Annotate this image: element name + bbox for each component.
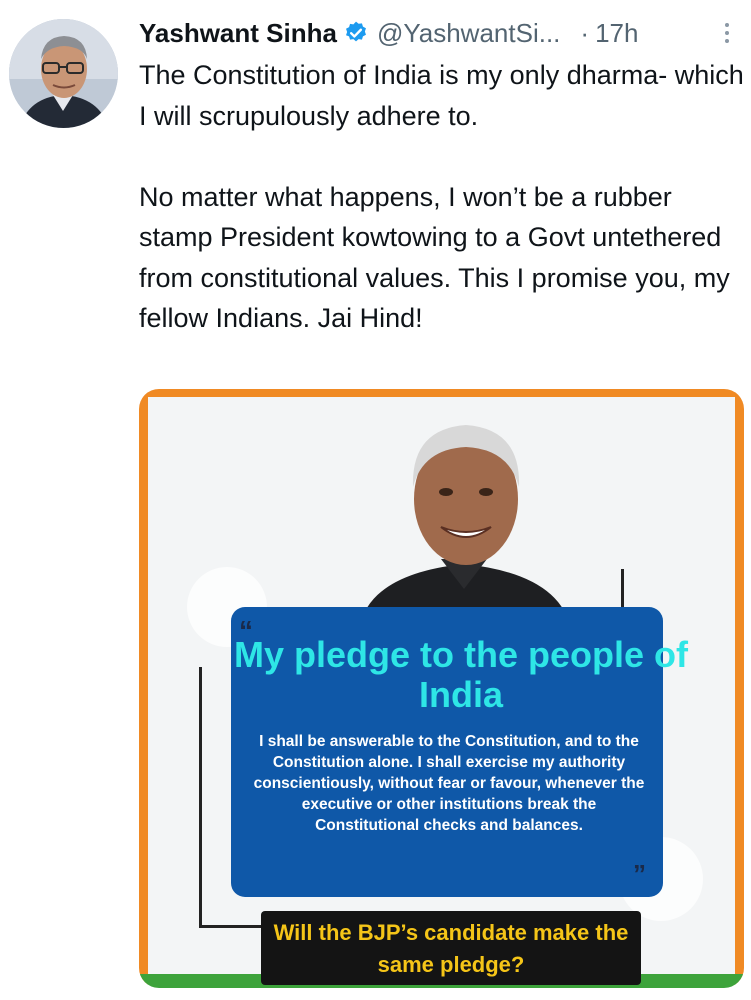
separator-dot: · [580,17,590,48]
close-quote-mark: ” [633,859,646,889]
pledge-body: I shall be answerable to the Constitutio… [253,733,645,834]
user-handle[interactable]: @YashwantSi... [377,18,560,49]
tweet-header: Yashwant Sinha @YashwantSi... · 17h [139,14,739,52]
pledge-title: My pledge to the people of India [233,634,688,715]
timestamp[interactable]: 17h [595,18,638,49]
question-text: Will the BJP’s candidate make the same p… [273,920,629,977]
display-name[interactable]: Yashwant Sinha [139,18,337,49]
frame-line [199,925,269,928]
saffron-border [139,389,744,397]
verified-badge-icon [343,20,369,46]
avatar[interactable] [9,19,118,128]
tweet-media-image[interactable]: “ My pledge to the people of India I sha… [139,389,744,988]
more-options-icon[interactable] [715,18,739,48]
portrait-photo [359,425,571,629]
tweet-text: The Constitution of India is my only dha… [139,60,744,333]
profile-photo [9,19,118,128]
frame-line [199,667,202,927]
